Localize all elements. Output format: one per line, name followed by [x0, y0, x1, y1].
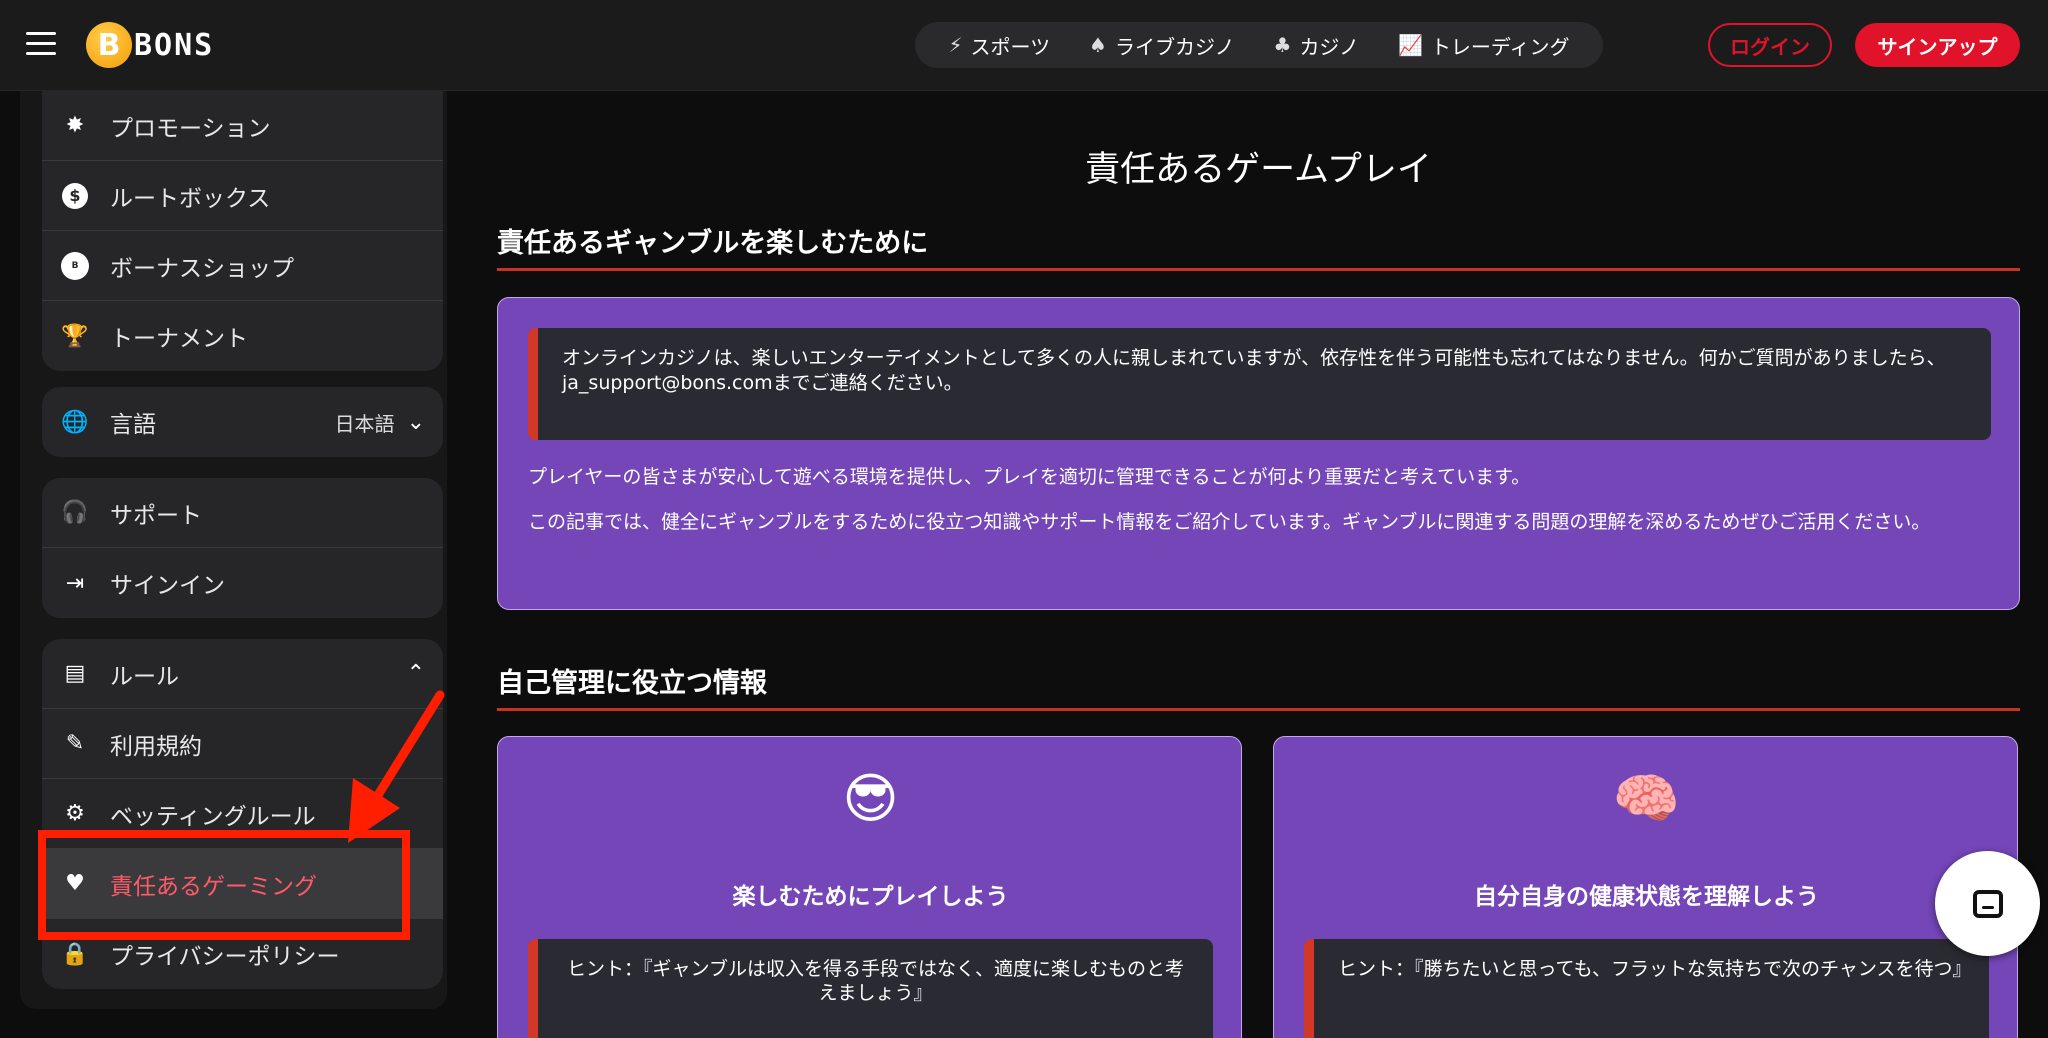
- bonus-shop-icon: B: [61, 251, 89, 280]
- site-logo[interactable]: B BONS: [86, 22, 214, 68]
- page-title: 責任あるゲームプレイ: [1085, 150, 1432, 190]
- intro-paragraph-2: この記事では、健全にギャンブルをするために役立つ知識やサポート情報をご紹介してい…: [528, 511, 1931, 533]
- intro-paragraph-1: プレイヤーの皆さまが安心して遊べる環境を提供し、プレイを適切に管理できることが何…: [528, 466, 1531, 488]
- terms-icon: ✎: [65, 731, 85, 756]
- sidebar-item-promotion[interactable]: ✸ プロモーション: [42, 91, 443, 161]
- trading-icon: 📈: [1397, 33, 1423, 57]
- sports-icon: ⚡: [948, 33, 963, 57]
- login-button[interactable]: ログイン: [1708, 23, 1832, 67]
- tip-card-health: 🧠 自分自身の健康状態を理解しよう ヒント：『勝ちたいと思っても、フラットな気持…: [1273, 736, 2018, 1038]
- top-header: B BONS ⚡ スポーツ ♠ ライブカジノ ♣ カジノ 📈 トレーディング ログイン …: [0, 0, 2048, 91]
- section-title-responsible: 責任あるギャンブルを楽しむために: [497, 221, 2020, 271]
- logo-coin-icon: B: [86, 22, 132, 68]
- casino-icon: ♣: [1273, 33, 1292, 57]
- language-value: 日本語: [334, 411, 395, 436]
- tip-card-title: 楽しむためにプレイしよう: [732, 884, 1009, 910]
- tip-card-hint: ヒント：『ギャンブルは収入を得る手段ではなく、適度に楽しむものと考えましょう』: [528, 939, 1213, 1038]
- live-casino-icon: ♠: [1089, 33, 1107, 57]
- sidebar-item-bonus-shop[interactable]: B ボーナスショップ: [42, 231, 443, 301]
- nav-trading[interactable]: 📈 トレーディング: [1398, 31, 1570, 60]
- promotion-icon: ✸: [65, 113, 85, 138]
- logo-text: BONS: [134, 27, 215, 63]
- betting-rules-icon: ⚙: [65, 801, 85, 826]
- top-nav: ⚡ スポーツ ♠ ライブカジノ ♣ カジノ 📈 トレーディング: [915, 22, 1603, 68]
- globe-icon: 🌐: [61, 409, 89, 435]
- sidebar-item-support[interactable]: 🎧 サポート: [42, 478, 443, 548]
- trophy-icon: 🏆: [61, 323, 89, 349]
- sunglasses-emoji-icon: 😎: [842, 767, 899, 830]
- lootbox-icon: $: [62, 182, 88, 209]
- nav-casino[interactable]: ♣ カジノ: [1274, 31, 1360, 60]
- nav-sports[interactable]: ⚡ スポーツ: [948, 31, 1050, 60]
- language-selector[interactable]: 🌐 言語 日本語 ⌄: [42, 387, 443, 457]
- chevron-down-icon: ⌄: [406, 409, 425, 435]
- intro-card: オンラインカジノは、楽しいエンターテイメントとして多くの人に親しまれていますが、…: [497, 297, 2020, 610]
- sidebar-item-lootbox[interactable]: $ ルートボックス: [42, 161, 443, 231]
- hamburger-menu-icon[interactable]: [26, 32, 56, 56]
- sidebar-group-main: ✸ プロモーション $ ルートボックス B ボーナスショップ 🏆 トーナメント: [42, 91, 443, 371]
- support-icon: 🎧: [61, 500, 89, 525]
- lock-icon: 🔒: [61, 941, 89, 967]
- signin-icon: ⇥: [65, 570, 85, 596]
- rules-toggle[interactable]: ▤ ルール ⌃: [42, 639, 443, 709]
- sidebar-group-account: 🎧 サポート ⇥ サインイン: [42, 478, 443, 618]
- brain-emoji-icon: 🧠: [1612, 767, 1681, 830]
- chat-icon: [1972, 889, 2003, 918]
- tip-card-enjoy: 😎 楽しむためにプレイしよう ヒント：『ギャンブルは収入を得る手段ではなく、適度…: [497, 736, 1242, 1038]
- nav-live-casino[interactable]: ♠ ライブカジノ: [1089, 31, 1235, 60]
- tip-card-title: 自分自身の健康状態を理解しよう: [1474, 884, 1819, 910]
- sidebar-item-tournament[interactable]: 🏆 トーナメント: [42, 301, 443, 371]
- tip-card-hint: ヒント：『勝ちたいと思っても、フラットな気持ちで次のチャンスを待つ』: [1304, 939, 1989, 1038]
- chat-support-button[interactable]: [1935, 851, 2040, 956]
- sidebar-group-language: 🌐 言語 日本語 ⌄: [42, 387, 443, 457]
- section-title-self-management: 自己管理に役立つ情報: [497, 661, 2020, 711]
- sidebar-item-terms[interactable]: ✎ 利用規約: [42, 709, 443, 779]
- sidebar-item-signin[interactable]: ⇥ サインイン: [42, 548, 443, 618]
- chevron-up-icon: ⌃: [406, 661, 425, 686]
- intro-quote: オンラインカジノは、楽しいエンターテイメントとして多くの人に親しまれていますが、…: [528, 328, 1991, 440]
- signup-button[interactable]: サインアップ: [1855, 23, 2020, 67]
- document-icon: ▤: [64, 661, 86, 686]
- annotation-highlight-box: [38, 830, 410, 940]
